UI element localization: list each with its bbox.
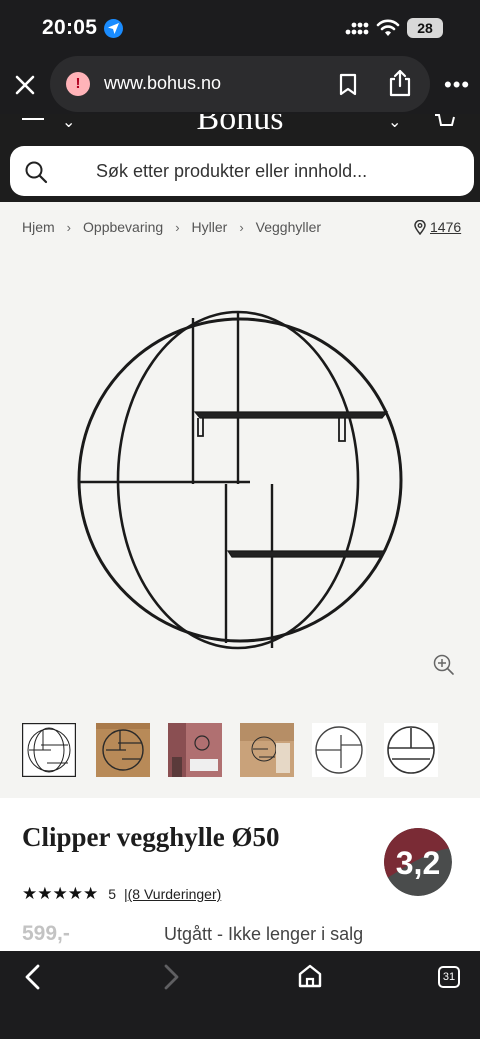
product-title: Clipper vegghylle Ø50 (22, 822, 280, 852)
home-icon[interactable] (297, 963, 323, 989)
store-number[interactable]: 1476 (430, 219, 461, 235)
chevron-right-icon: › (66, 219, 72, 235)
availability-status: Utgått - Ikke lenger i salg (164, 924, 364, 944)
product-info: Clipper vegghylle Ø50 3,2 ★★★★★ 5 | (8 V… (0, 798, 480, 951)
chevron-right-icon: › (239, 219, 244, 235)
score-badge-graphic: 3,2 (384, 828, 452, 896)
thumbnail-4[interactable] (240, 723, 294, 777)
signal-icon (345, 22, 369, 35)
score-badge: 3,2 (384, 828, 452, 896)
rating-row: ★★★★★ 5 | (8 Vurderinger) (22, 884, 221, 904)
battery-indicator: 28 (407, 18, 443, 38)
cart-icon[interactable] (434, 114, 456, 128)
browser-bar: ! www.bohus.no ••• (0, 56, 480, 114)
map-pin-icon (414, 219, 426, 235)
breadcrumb-wall-shelves[interactable]: Vegghyller (256, 219, 321, 235)
thumbnail-3[interactable] (168, 723, 222, 777)
reviews-link[interactable]: (8 Vurderinger) (128, 886, 222, 902)
forward-icon[interactable] (160, 963, 182, 991)
url-text[interactable]: www.bohus.no (104, 73, 221, 94)
warning-icon[interactable]: ! (66, 72, 90, 96)
back-icon[interactable] (22, 963, 44, 991)
breadcrumb: Hjem › Oppbevaring › Hyller › Vegghyller (22, 219, 321, 235)
search-icon[interactable] (24, 160, 48, 184)
tabs-icon[interactable]: 31 (438, 966, 460, 988)
clock: 20:05 (42, 16, 98, 39)
bookmark-icon[interactable] (338, 73, 358, 97)
breadcrumb-shelves[interactable]: Hyller (192, 219, 228, 235)
status-bar: 20:05 28 (0, 0, 480, 56)
rating-value: 5 (108, 886, 116, 902)
product-price: 599,- (22, 922, 70, 945)
wifi-icon (376, 19, 400, 36)
thumbnail-strip (22, 723, 462, 777)
search-input[interactable]: Søk etter produkter eller innhold... (10, 146, 474, 196)
more-icon[interactable]: ••• (444, 74, 470, 96)
chevron-down-icon[interactable]: ⌄ (388, 114, 401, 132)
browser-toolbar: 31 (0, 951, 480, 1039)
share-icon[interactable] (387, 68, 413, 98)
store-selector[interactable]: 1476 (414, 219, 461, 235)
address-bar[interactable]: ! www.bohus.no (50, 56, 430, 112)
breadcrumb-home[interactable]: Hjem (22, 219, 55, 235)
rating-stars: ★★★★★ (22, 884, 99, 903)
close-icon[interactable] (12, 72, 38, 98)
product-image[interactable] (60, 298, 420, 668)
brand-logo[interactable]: Bohus (0, 114, 480, 138)
breadcrumb-storage[interactable]: Oppbevaring (83, 219, 163, 235)
thumbnail-1[interactable] (22, 723, 76, 777)
site-header: ⌄ Bohus ⌄ (0, 114, 480, 144)
chevron-right-icon: › (175, 219, 180, 235)
thumbnail-5[interactable] (312, 723, 366, 777)
location-arrow-icon (104, 19, 123, 38)
search-placeholder[interactable]: Søk etter produkter eller innhold... (96, 161, 367, 182)
thumbnail-6[interactable] (384, 723, 438, 777)
thumbnail-2[interactable] (96, 723, 150, 777)
score-badge-value: 3,2 (396, 845, 440, 881)
search-bar-container: Søk etter produkter eller innhold... (0, 142, 480, 202)
zoom-in-icon[interactable] (432, 653, 456, 677)
